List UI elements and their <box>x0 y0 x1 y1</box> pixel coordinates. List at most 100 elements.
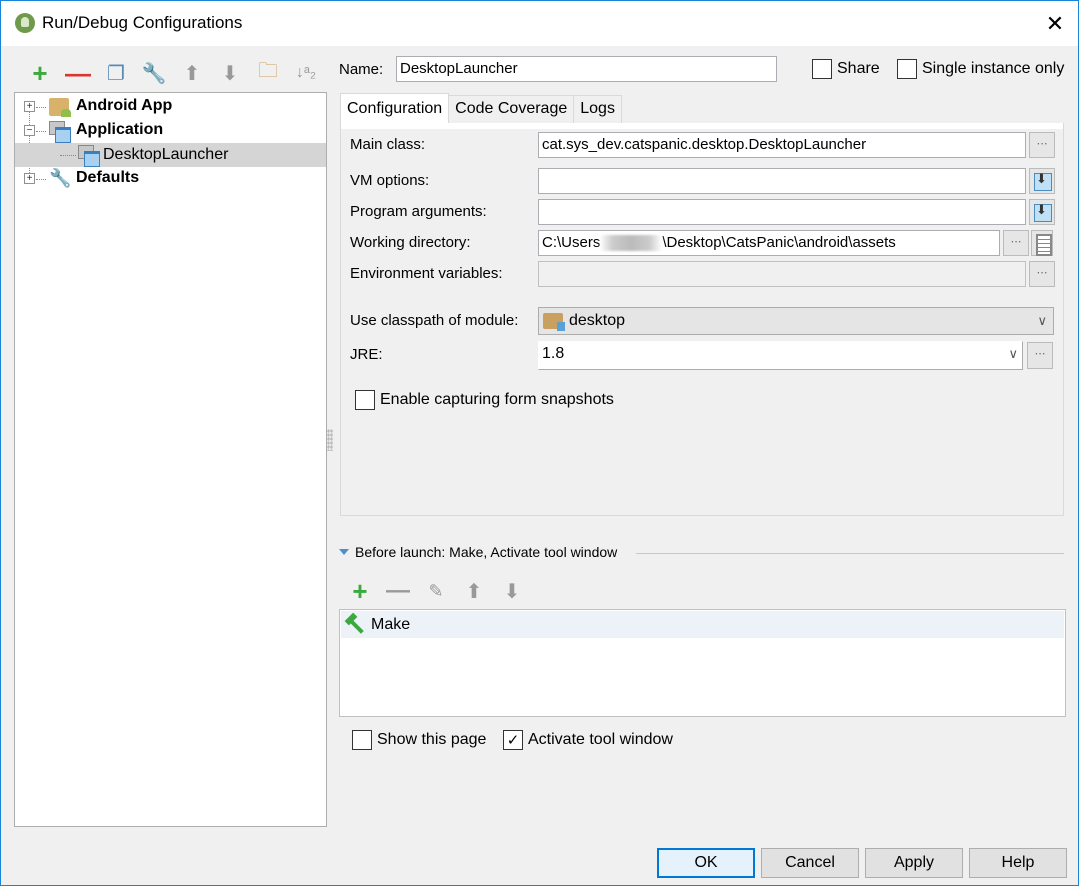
checkbox-box[interactable]: ✓ <box>503 730 523 750</box>
splitter-handle[interactable] <box>327 429 333 451</box>
working-dir-input[interactable]: C:\Users \Desktop\CatsPanic\android\asset… <box>538 230 1000 256</box>
android-studio-icon <box>15 13 35 33</box>
android-folder-icon <box>49 98 71 117</box>
cancel-button[interactable]: Cancel <box>761 848 859 878</box>
ok-button[interactable]: OK <box>657 848 755 878</box>
tree-guide <box>36 107 46 108</box>
run-debug-dialog: Run/Debug Configurations ✕ + — ❐ 🔧 ⬆ ⬇ 🗀… <box>0 0 1079 886</box>
checkbox-box[interactable] <box>812 59 832 79</box>
move-down-button[interactable]: ⬇ <box>211 59 249 87</box>
share-checkbox[interactable]: Share <box>812 59 880 79</box>
snapshots-label: Enable capturing form snapshots <box>380 391 614 408</box>
wrench-icon: 🔧 <box>49 168 72 188</box>
activate-tool-window-checkbox[interactable]: ✓ Activate tool window <box>503 730 673 750</box>
show-page-checkbox[interactable]: Show this page <box>352 730 486 750</box>
jre-combo[interactable]: 1.8 ∨ <box>538 341 1023 370</box>
pencil-icon: ✎ <box>428 580 444 601</box>
list-item[interactable]: Make <box>341 611 1064 638</box>
tab-configuration[interactable]: Configuration <box>340 93 450 123</box>
checkbox-box[interactable] <box>355 390 375 410</box>
before-launch-list[interactable]: Make <box>339 609 1066 717</box>
config-toolbar: + — ❐ 🔧 ⬆ ⬇ 🗀 ↓ᵃ₂ <box>21 58 325 88</box>
tab-logs[interactable]: Logs <box>573 95 622 123</box>
close-button[interactable]: ✕ <box>1032 1 1078 46</box>
tree-node-desktoplauncher[interactable]: DesktopLauncher <box>15 143 326 167</box>
tree-node-defaults[interactable]: + 🔧 Defaults <box>15 167 326 191</box>
remove-task-button[interactable]: — <box>379 577 417 605</box>
expand-icon[interactable]: + <box>24 173 35 184</box>
collapse-icon[interactable]: − <box>24 125 35 136</box>
move-task-down-button[interactable]: ⬇ <box>493 577 531 605</box>
tree-guide <box>60 155 76 156</box>
tab-code-coverage[interactable]: Code Coverage <box>448 95 575 123</box>
edit-env-vars-button[interactable]: ⋯ <box>1029 261 1055 287</box>
close-icon: ✕ <box>1045 10 1065 36</box>
browse-jre-button[interactable]: ⋯ <box>1027 342 1053 369</box>
working-dir-prefix: C:\Users <box>542 234 601 251</box>
chevron-down-icon: ∨ <box>1037 313 1047 328</box>
jre-value: 1.8 <box>542 345 565 362</box>
before-launch-toggle[interactable]: Before launch: Make, Activate tool windo… <box>339 544 617 560</box>
snapshots-checkbox[interactable]: Enable capturing form snapshots <box>355 390 614 410</box>
tree-node-label: Defaults <box>76 169 140 186</box>
jre-label: JRE: <box>350 346 383 363</box>
arrow-down-icon: ⬇ <box>503 580 521 603</box>
add-config-button[interactable]: + <box>21 58 59 88</box>
arrow-down-icon: ⬇ <box>221 62 239 85</box>
application-icon <box>78 145 100 167</box>
tree-node-label: Application <box>76 121 164 138</box>
vm-options-input[interactable] <box>538 168 1026 194</box>
share-label: Share <box>837 60 880 77</box>
single-instance-label: Single instance only <box>922 60 1065 77</box>
classpath-value: desktop <box>569 312 626 329</box>
apply-button[interactable]: Apply <box>865 848 963 878</box>
main-class-input[interactable]: cat.sys_dev.catspanic.desktop.DesktopLau… <box>538 132 1026 158</box>
expand-icon[interactable]: + <box>24 101 35 112</box>
classpath-module-select[interactable]: desktop ∨ <box>538 307 1054 335</box>
config-tree[interactable]: + Android App − Application DesktopLaunc… <box>14 92 327 827</box>
ellipsis-icon: ⋯ <box>1010 236 1022 248</box>
checkbox-box[interactable] <box>352 730 372 750</box>
single-instance-checkbox[interactable]: Single instance only <box>897 59 1064 79</box>
working-dir-label: Working directory: <box>350 234 471 251</box>
ellipsis-icon: ⋯ <box>1034 348 1046 360</box>
ellipsis-icon: ⋯ <box>1036 138 1048 150</box>
move-up-button[interactable]: ⬆ <box>173 59 211 87</box>
tree-node-android-app[interactable]: + Android App <box>15 95 326 119</box>
program-args-input[interactable] <box>538 199 1026 225</box>
edit-defaults-button[interactable]: 🔧 <box>135 59 173 87</box>
insert-macro-button[interactable] <box>1031 230 1053 256</box>
folder-icon: 🗀 <box>258 60 278 82</box>
env-vars-label: Environment variables: <box>350 265 503 282</box>
move-task-up-button[interactable]: ⬆ <box>455 577 493 605</box>
checkbox-box[interactable] <box>897 59 917 79</box>
copy-config-button[interactable]: ❐ <box>97 59 135 87</box>
name-label: Name: <box>339 61 384 78</box>
name-input[interactable]: DesktopLauncher <box>396 56 777 82</box>
edit-task-button[interactable]: ✎ <box>417 577 455 605</box>
browse-main-class-button[interactable]: ⋯ <box>1029 132 1055 158</box>
hammer-icon <box>345 614 367 636</box>
env-vars-input[interactable] <box>538 261 1026 287</box>
expand-program-args-button[interactable] <box>1029 199 1055 225</box>
vm-options-label: VM options: <box>350 172 430 189</box>
config-tabs: Configuration Code Coverage Logs <box>340 93 622 123</box>
help-button[interactable]: Help <box>969 848 1067 878</box>
activate-tool-label: Activate tool window <box>528 731 673 748</box>
wrench-icon: 🔧 <box>141 62 167 85</box>
arrow-up-icon: ⬆ <box>183 62 201 85</box>
tree-node-label: DesktopLauncher <box>103 146 229 163</box>
tree-guide <box>36 131 46 132</box>
before-launch-toolbar: + — ✎ ⬆ ⬇ <box>341 575 531 606</box>
add-task-button[interactable]: + <box>341 575 379 606</box>
remove-config-button[interactable]: — <box>59 58 97 88</box>
dialog-title: Run/Debug Configurations <box>42 13 243 32</box>
folder-button[interactable]: 🗀 <box>249 59 287 87</box>
plus-icon: + <box>352 575 368 606</box>
tree-node-application[interactable]: − Application <box>15 119 326 143</box>
chevron-down-icon[interactable]: ∨ <box>1008 346 1018 362</box>
expand-vm-options-button[interactable] <box>1029 168 1055 194</box>
browse-working-dir-button[interactable]: ⋯ <box>1003 230 1029 256</box>
main-class-label: Main class: <box>350 136 426 153</box>
sort-button[interactable]: ↓ᵃ₂ <box>287 59 325 87</box>
